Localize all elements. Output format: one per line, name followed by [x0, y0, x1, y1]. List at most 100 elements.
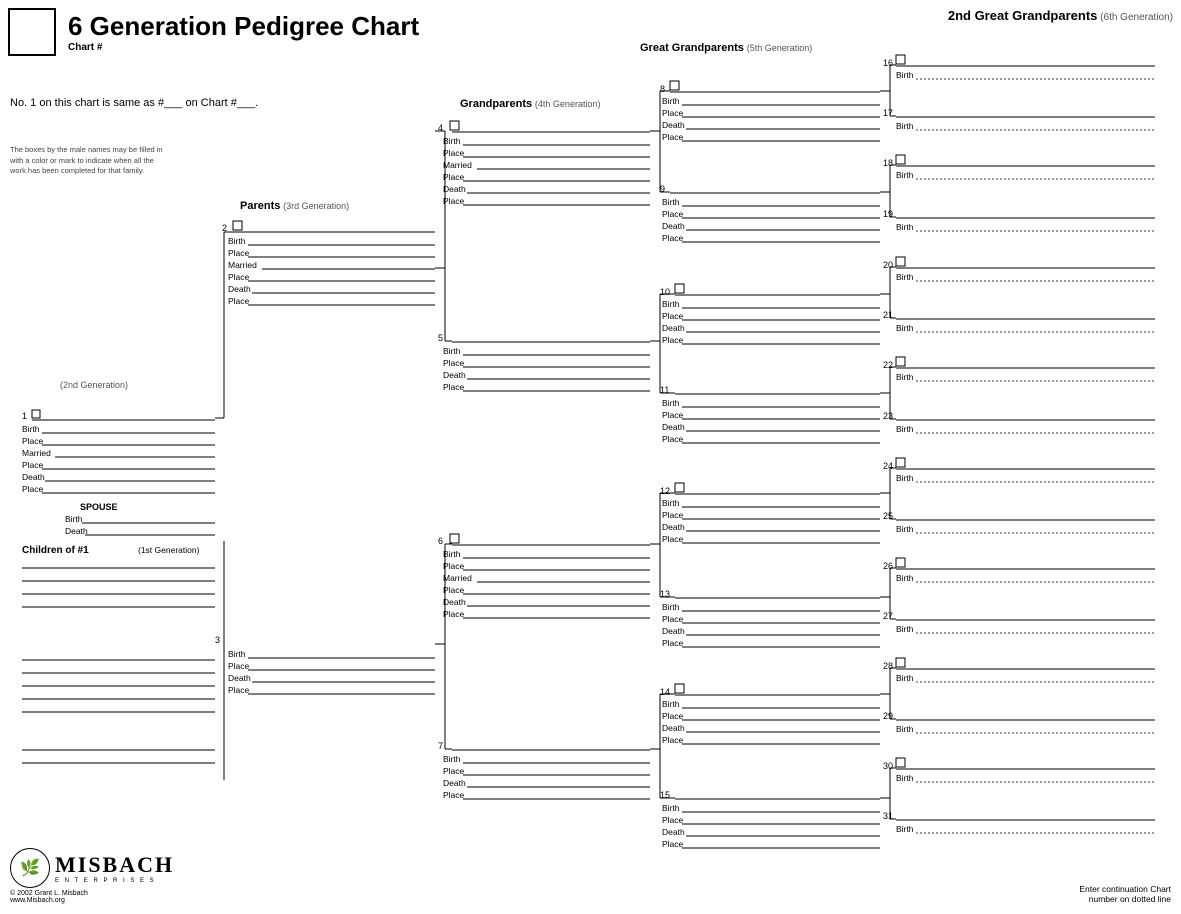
svg-text:Place: Place — [228, 296, 250, 306]
svg-text:Place: Place — [662, 209, 684, 219]
svg-text:Birth: Birth — [896, 624, 914, 634]
svg-text:Married: Married — [443, 573, 472, 583]
svg-text:Birth: Birth — [896, 673, 914, 683]
svg-text:7: 7 — [438, 741, 443, 751]
svg-text:30: 30 — [883, 761, 893, 771]
svg-text:Birth: Birth — [228, 649, 246, 659]
svg-text:Place: Place — [662, 132, 684, 142]
svg-text:Place: Place — [662, 510, 684, 520]
svg-text:Death: Death — [662, 626, 685, 636]
svg-text:Birth: Birth — [896, 222, 914, 232]
misbach-logo-icon: 🌿 — [10, 848, 50, 888]
svg-text:(1st Generation): (1st Generation) — [138, 545, 200, 555]
svg-text:26: 26 — [883, 561, 893, 571]
svg-text:Death: Death — [662, 422, 685, 432]
svg-text:Birth: Birth — [443, 136, 461, 146]
copyright: © 2002 Grant L. Misbach — [10, 890, 174, 897]
svg-text:Death: Death — [443, 597, 466, 607]
svg-text:Birth: Birth — [22, 424, 40, 434]
svg-text:Place: Place — [662, 410, 684, 420]
svg-text:Birth: Birth — [896, 323, 914, 333]
svg-text:Death: Death — [443, 778, 466, 788]
svg-text:6: 6 — [438, 536, 443, 546]
svg-text:Birth: Birth — [443, 754, 461, 764]
svg-text:Children of #1: Children of #1 — [22, 545, 89, 556]
svg-text:Death: Death — [662, 120, 685, 130]
svg-text:Birth: Birth — [65, 514, 83, 524]
svg-text:Place: Place — [443, 585, 465, 595]
svg-text:Death: Death — [662, 723, 685, 733]
svg-text:3: 3 — [215, 635, 220, 645]
svg-text:Place: Place — [228, 685, 250, 695]
svg-text:24: 24 — [883, 461, 893, 471]
svg-text:Place: Place — [662, 233, 684, 243]
svg-text:Place: Place — [662, 335, 684, 345]
svg-text:Place: Place — [662, 311, 684, 321]
svg-text:16: 16 — [883, 58, 893, 68]
svg-text:22: 22 — [883, 360, 893, 370]
svg-text:Birth: Birth — [896, 272, 914, 282]
svg-text:Place: Place — [443, 358, 465, 368]
svg-text:Birth: Birth — [896, 372, 914, 382]
svg-text:Death: Death — [228, 284, 251, 294]
svg-text:Death: Death — [662, 221, 685, 231]
svg-text:Birth: Birth — [896, 573, 914, 583]
svg-text:Place: Place — [443, 790, 465, 800]
svg-text:Birth: Birth — [896, 121, 914, 131]
svg-text:Place: Place — [228, 248, 250, 258]
svg-text:Place: Place — [443, 561, 465, 571]
website: www.Misbach.org — [10, 897, 174, 904]
svg-text:Place: Place — [662, 815, 684, 825]
svg-text:Birth: Birth — [443, 346, 461, 356]
svg-text:Place: Place — [443, 172, 465, 182]
svg-text:Birth: Birth — [896, 724, 914, 734]
svg-text:18: 18 — [883, 158, 893, 168]
svg-text:Birth: Birth — [896, 170, 914, 180]
svg-text:Birth: Birth — [896, 473, 914, 483]
svg-text:14: 14 — [660, 687, 670, 697]
svg-text:10: 10 — [660, 287, 670, 297]
svg-text:SPOUSE: SPOUSE — [80, 502, 118, 512]
svg-text:Birth: Birth — [443, 549, 461, 559]
svg-text:Married: Married — [228, 260, 257, 270]
svg-text:Place: Place — [662, 108, 684, 118]
svg-text:Place: Place — [443, 382, 465, 392]
svg-text:Birth: Birth — [896, 70, 914, 80]
svg-text:Birth: Birth — [662, 398, 680, 408]
svg-text:Place: Place — [662, 534, 684, 544]
svg-text:Place: Place — [443, 196, 465, 206]
svg-text:5: 5 — [438, 333, 443, 343]
svg-text:Place: Place — [22, 436, 44, 446]
svg-text:Place: Place — [22, 484, 44, 494]
svg-text:Birth: Birth — [662, 197, 680, 207]
chart-svg: 1 Birth Place Married Place Death Place … — [0, 0, 1181, 914]
svg-text:Place: Place — [443, 609, 465, 619]
svg-text:Birth: Birth — [896, 773, 914, 783]
svg-text:Death: Death — [22, 472, 45, 482]
svg-text:Place: Place — [662, 434, 684, 444]
svg-text:Death: Death — [662, 323, 685, 333]
svg-text:12: 12 — [660, 486, 670, 496]
svg-text:Death: Death — [662, 827, 685, 837]
svg-text:Birth: Birth — [662, 498, 680, 508]
svg-text:Place: Place — [22, 460, 44, 470]
svg-text:Birth: Birth — [662, 96, 680, 106]
svg-text:Death: Death — [65, 526, 88, 536]
svg-text:Place: Place — [662, 711, 684, 721]
logo-area: 🌿 MISBACH E N T E R P R I S E S © 2002 G… — [10, 848, 174, 904]
svg-text:8: 8 — [660, 84, 665, 94]
footer-note: Enter continuation Chart number on dotte… — [1079, 884, 1171, 904]
svg-text:Birth: Birth — [896, 524, 914, 534]
svg-text:20: 20 — [883, 260, 893, 270]
page: 6 Generation Pedigree Chart Chart # 2nd … — [0, 0, 1181, 914]
svg-text:Birth: Birth — [228, 236, 246, 246]
svg-text:Birth: Birth — [662, 299, 680, 309]
svg-text:Birth: Birth — [896, 424, 914, 434]
svg-text:Birth: Birth — [662, 699, 680, 709]
svg-text:Death: Death — [662, 522, 685, 532]
misbach-name: MISBACH E N T E R P R I S E S — [55, 852, 174, 884]
svg-text:Birth: Birth — [896, 824, 914, 834]
svg-text:Place: Place — [662, 735, 684, 745]
svg-text:Death: Death — [228, 673, 251, 683]
svg-text:Place: Place — [662, 638, 684, 648]
